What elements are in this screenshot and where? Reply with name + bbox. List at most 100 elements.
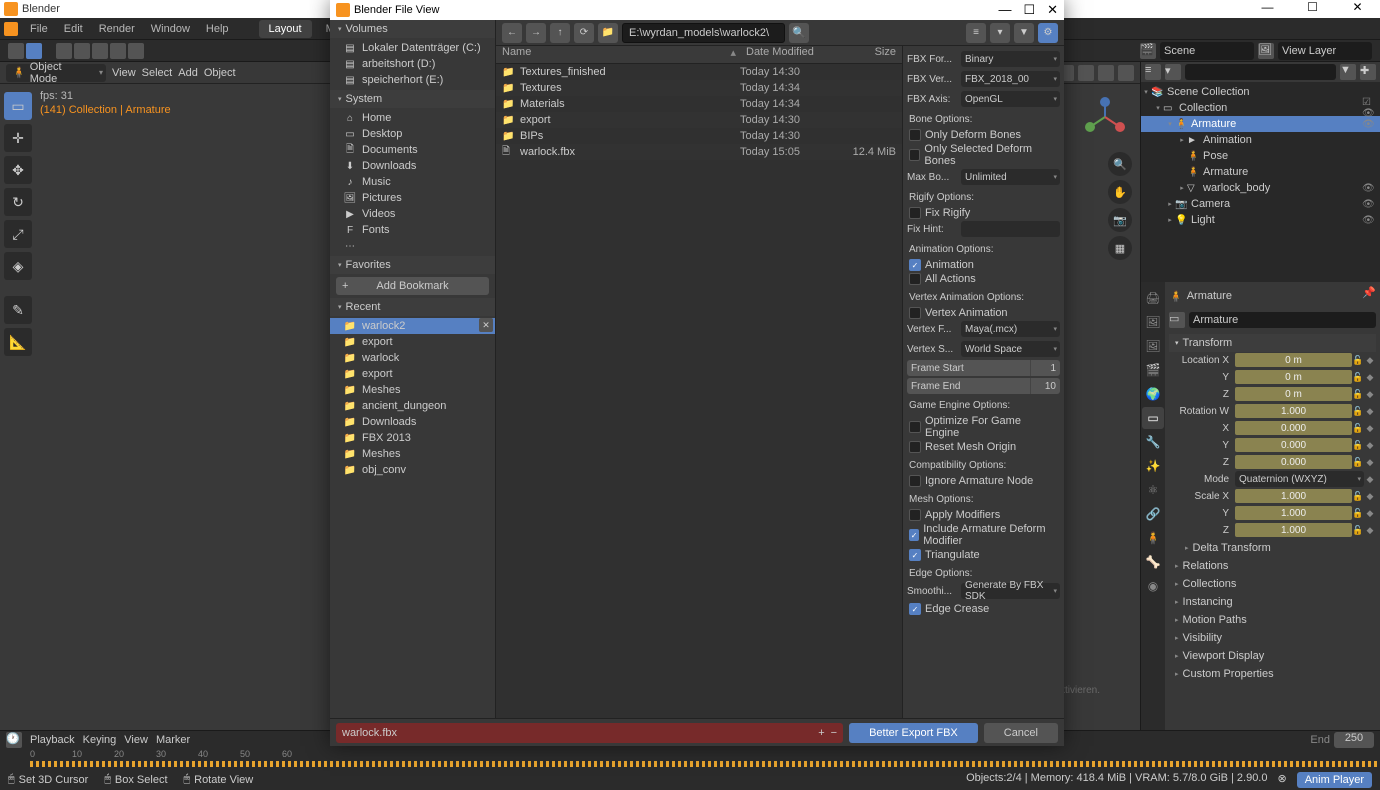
snap2-icon[interactable]: [74, 43, 90, 59]
option-checkbox[interactable]: ✓Triangulate: [907, 548, 1060, 562]
recent-clear-button[interactable]: ✕: [479, 318, 493, 332]
animate-icon[interactable]: ◆: [1364, 491, 1376, 502]
outliner-row[interactable]: ▸📷Camera👁: [1141, 196, 1380, 212]
nav-up-button[interactable]: ↑: [550, 23, 570, 43]
visibility-icon[interactable]: 👁: [1362, 199, 1376, 210]
fix-hint-field[interactable]: [961, 221, 1060, 237]
snap5-icon[interactable]: [128, 43, 144, 59]
system-section[interactable]: System: [330, 90, 495, 108]
prop-tab-physics-icon[interactable]: ⚛: [1142, 479, 1164, 501]
search-button[interactable]: 🔍: [789, 23, 809, 43]
prop-tab-output-icon[interactable]: 🖼: [1142, 311, 1164, 333]
property-value[interactable]: 1.000: [1235, 404, 1352, 418]
option-number[interactable]: Frame End10: [907, 378, 1060, 394]
outliner-row[interactable]: ▾🧍Armature👁: [1141, 116, 1380, 132]
cursor-tool-icon[interactable]: ✛: [4, 124, 32, 152]
maximize-button[interactable]: ☐: [1290, 0, 1335, 18]
outliner-row[interactable]: ▸💡Light👁: [1141, 212, 1380, 228]
transform-tool-icon[interactable]: ◈: [4, 252, 32, 280]
file-row[interactable]: 📁MaterialsToday 14:34: [496, 96, 902, 112]
option-checkbox[interactable]: Apply Modifiers: [907, 508, 1060, 522]
snap4-icon[interactable]: [110, 43, 126, 59]
path-field[interactable]: E:\wyrdan_models\warlock2\: [622, 23, 785, 43]
annotate-tool-icon[interactable]: ✎: [4, 296, 32, 324]
property-value[interactable]: 0 m: [1235, 353, 1352, 367]
recent-item[interactable]: 📁Meshes: [330, 382, 495, 398]
property-value[interactable]: 1.000: [1235, 506, 1352, 520]
mode-selector[interactable]: 🧍 Object Mode: [6, 64, 106, 82]
option-checkbox[interactable]: Only Selected Deform Bones: [907, 142, 1060, 168]
lock-icon[interactable]: 🔓: [1352, 457, 1364, 468]
recent-item[interactable]: 📁FBX 2013: [330, 430, 495, 446]
menu-select[interactable]: Select: [142, 67, 173, 79]
option-checkbox[interactable]: ✓Animation: [907, 258, 1060, 272]
visibility-icon[interactable]: 👁: [1362, 119, 1376, 130]
option-checkbox[interactable]: ✓Edge Crease: [907, 602, 1060, 616]
anim-close-icon[interactable]: ⊗: [1277, 772, 1286, 788]
option-checkbox[interactable]: Reset Mesh Origin: [907, 440, 1060, 454]
expand-icon[interactable]: ▸: [1165, 216, 1175, 224]
lock-icon[interactable]: 🔓: [1352, 491, 1364, 502]
system-item[interactable]: ⌂Home: [330, 110, 495, 126]
property-value[interactable]: 0.000: [1235, 455, 1352, 469]
prop-tab-scene-icon[interactable]: 🎬: [1142, 359, 1164, 381]
recent-item[interactable]: 📁Meshes: [330, 446, 495, 462]
dialog-close-button[interactable]: ✕: [1047, 2, 1058, 18]
property-section[interactable]: Instancing: [1169, 593, 1376, 611]
close-button[interactable]: ✕: [1335, 0, 1380, 18]
recent-item[interactable]: 📁Downloads: [330, 414, 495, 430]
recent-section[interactable]: Recent: [330, 298, 495, 316]
visibility-icon[interactable]: ☑ 👁: [1362, 97, 1376, 119]
perspective-icon[interactable]: ▦: [1108, 236, 1132, 260]
volume-item[interactable]: ▤arbeitshort (D:): [330, 56, 495, 72]
snap-icon[interactable]: [56, 43, 72, 59]
system-item[interactable]: ⋯: [330, 238, 495, 254]
filename-field[interactable]: warlock.fbx +−: [336, 723, 843, 743]
filename-plus-button[interactable]: +: [818, 727, 824, 739]
dialog-minimize-button[interactable]: —: [998, 2, 1011, 18]
lock-icon[interactable]: 🔓: [1352, 389, 1364, 400]
minimize-button[interactable]: —: [1245, 0, 1290, 18]
menu-window[interactable]: Window: [143, 18, 198, 40]
option-dropdown[interactable]: FBX_2018_00: [961, 71, 1060, 87]
lock-icon[interactable]: 🔓: [1352, 440, 1364, 451]
option-dropdown[interactable]: OpenGL: [961, 91, 1060, 107]
timeline-playback[interactable]: Playback: [30, 734, 75, 746]
expand-icon[interactable]: ▸: [1165, 200, 1175, 208]
rotate-tool-icon[interactable]: ↻: [4, 188, 32, 216]
anim-player-badge[interactable]: Anim Player: [1297, 772, 1372, 788]
outliner-new-icon[interactable]: ✚: [1360, 64, 1376, 80]
nav-gizmo[interactable]: [1080, 92, 1130, 142]
prop-tab-object-icon[interactable]: ▭: [1142, 407, 1164, 429]
option-dropdown[interactable]: Generate By FBX SDK: [961, 583, 1060, 599]
timeline-view[interactable]: View: [124, 734, 148, 746]
menu-object[interactable]: Object: [204, 67, 236, 79]
system-item[interactable]: 🗎Documents: [330, 142, 495, 158]
outliner-mode-icon[interactable]: ▾: [1165, 64, 1181, 80]
column-size[interactable]: Size: [836, 46, 896, 63]
sort-button[interactable]: ▾: [990, 23, 1010, 43]
add-bookmark-button[interactable]: Add Bookmark: [336, 277, 489, 295]
filename-minus-button[interactable]: −: [831, 727, 837, 739]
property-value[interactable]: 0.000: [1235, 421, 1352, 435]
property-section[interactable]: Motion Paths: [1169, 611, 1376, 629]
measure-tool-icon[interactable]: 📐: [4, 328, 32, 356]
scene-icon[interactable]: 🎬: [1140, 43, 1156, 59]
animate-icon[interactable]: ◆: [1364, 525, 1376, 536]
recent-item[interactable]: 📁warlock: [330, 350, 495, 366]
property-section[interactable]: Relations: [1169, 557, 1376, 575]
recent-item[interactable]: 📁export: [330, 334, 495, 350]
lock-icon[interactable]: 🔓: [1352, 508, 1364, 519]
timeline-marker[interactable]: Marker: [156, 734, 190, 746]
zoom-icon[interactable]: 🔍: [1108, 152, 1132, 176]
outliner-row[interactable]: ▾▭Collection☑ 👁: [1141, 100, 1380, 116]
volume-item[interactable]: ▤speicherhort (E:): [330, 72, 495, 88]
property-value[interactable]: 1.000: [1235, 489, 1352, 503]
prop-tab-particle-icon[interactable]: ✨: [1142, 455, 1164, 477]
blender-logo-icon[interactable]: [4, 22, 18, 36]
system-item[interactable]: FFonts: [330, 222, 495, 238]
file-row[interactable]: 📁TexturesToday 14:34: [496, 80, 902, 96]
expand-icon[interactable]: ▾: [1153, 104, 1163, 112]
viewlayer-selector[interactable]: View Layer: [1278, 42, 1372, 60]
favorites-section[interactable]: Favorites: [330, 256, 495, 274]
